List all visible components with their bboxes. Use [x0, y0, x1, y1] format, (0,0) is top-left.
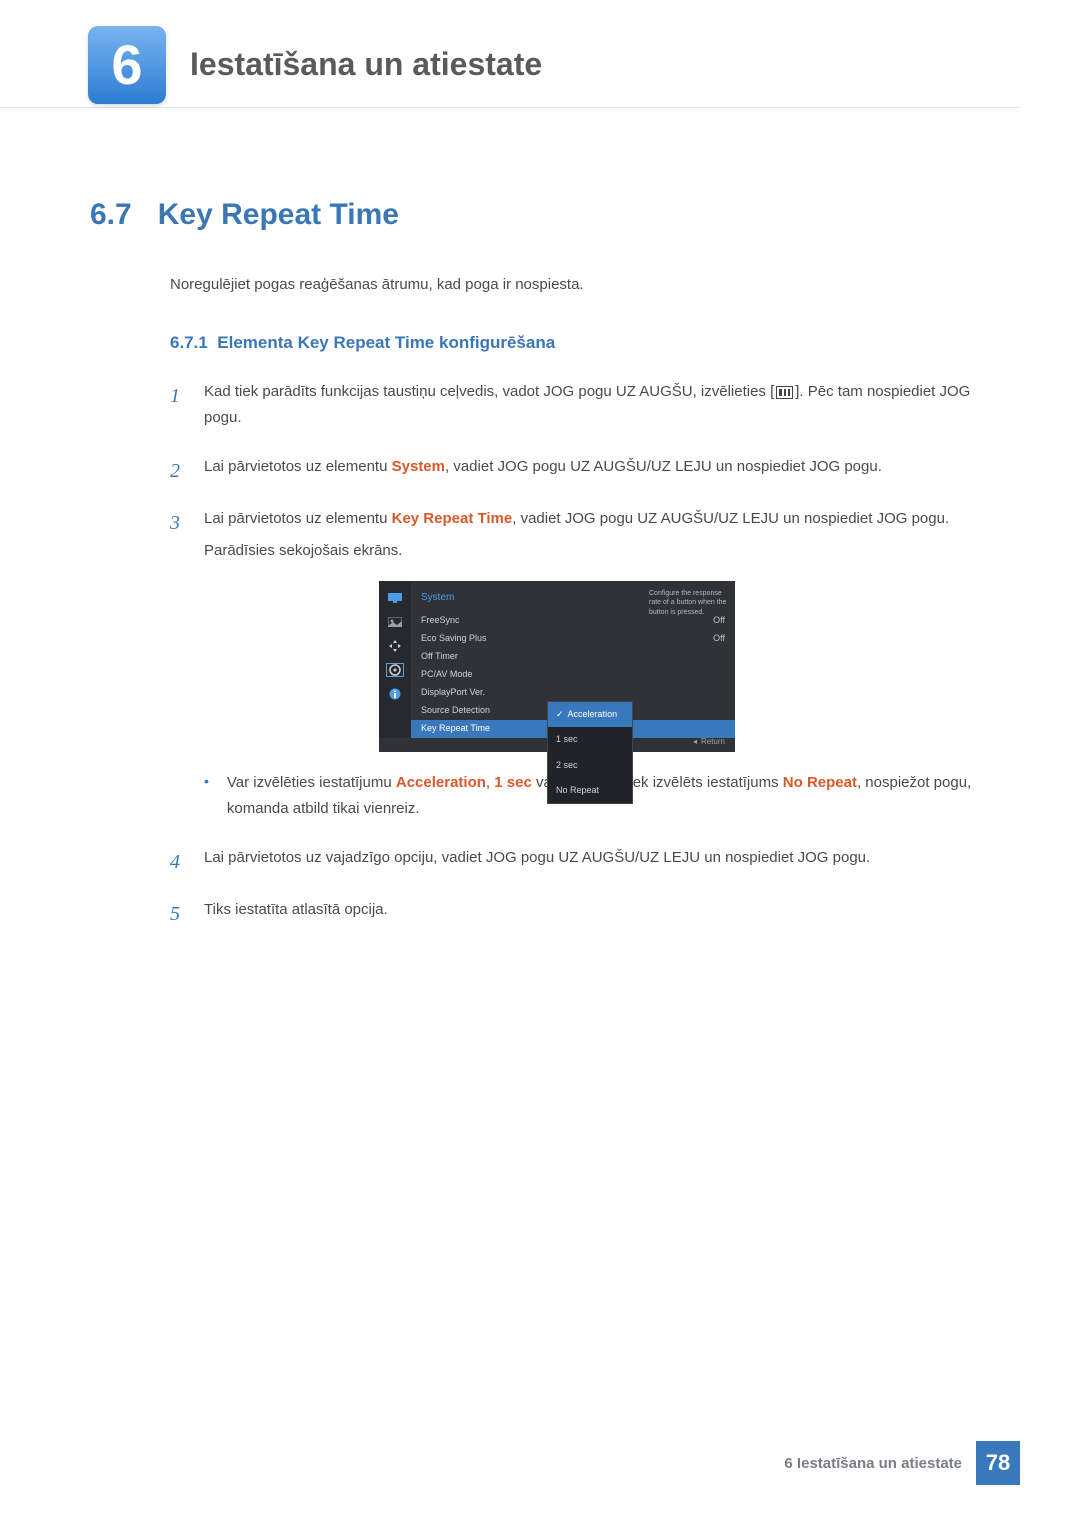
highlight-system: System — [392, 458, 445, 475]
osd-panel: Configure the response rate of a button … — [379, 581, 735, 752]
step-body: Lai pārvietotos uz vajadzīgo opciju, vad… — [204, 845, 990, 879]
step-body: Lai pārvietotos uz elementu Key Repeat T… — [204, 506, 990, 827]
step-5: 5 Tiks iestatīta atlasītā opcija. — [170, 897, 990, 931]
section-title: Key Repeat Time — [158, 198, 399, 232]
step-body: Lai pārvietotos uz elementu System, vadi… — [204, 454, 990, 488]
step-text: Lai pārvietotos uz vajadzīgo opciju, vad… — [204, 845, 990, 871]
page-number: 78 — [976, 1441, 1020, 1485]
dropdown-item-norepeat: No Repeat — [548, 778, 632, 803]
osd-dropdown: ✓Acceleration 1 sec 2 sec No Repeat — [547, 701, 633, 804]
return-arrow-icon: ◂ — [693, 735, 697, 749]
step-number: 4 — [170, 845, 186, 879]
highlight-1sec: 1 sec — [494, 774, 532, 791]
step-3: 3 Lai pārvietotos uz elementu Key Repeat… — [170, 506, 990, 827]
dropdown-item-2sec: 2 sec — [548, 753, 632, 778]
step-text: Tiks iestatīta atlasītā opcija. — [204, 897, 990, 923]
step-text: Lai pārvietotos uz elementu — [204, 510, 392, 527]
footer-chapter-label: 6 Iestatīšana un atiestate — [784, 1455, 962, 1472]
osd-row-offtimer: Off Timer — [411, 648, 735, 666]
chapter-title: Iestatīšana un atiestate — [190, 46, 542, 83]
step-4: 4 Lai pārvietotos uz vajadzīgo opciju, v… — [170, 845, 990, 879]
dropdown-item-acceleration: ✓Acceleration — [548, 702, 632, 727]
section-heading: 6.7 Key Repeat Time — [90, 198, 990, 232]
step-text: Parādīsies sekojošais ekrāns. — [204, 538, 990, 564]
osd-screenshot: Configure the response rate of a button … — [124, 581, 990, 752]
step-body: Kad tiek parādīts funkcijas taustiņu ceļ… — [204, 379, 990, 436]
osd-return-label: Return — [701, 735, 725, 749]
picture-icon — [386, 615, 404, 629]
step-text: Lai pārvietotos uz elementu — [204, 458, 392, 475]
osd-footer: ◂ Return — [693, 735, 725, 749]
step-body: Tiks iestatīta atlasītā opcija. — [204, 897, 990, 931]
step-number: 2 — [170, 454, 186, 488]
highlight-keyrepeat: Key Repeat Time — [392, 510, 513, 527]
highlight-norepeat: No Repeat — [783, 774, 857, 791]
subsection-number: 6.7.1 — [170, 333, 208, 352]
step-2: 2 Lai pārvietotos uz elementu System, va… — [170, 454, 990, 488]
gear-icon — [386, 663, 404, 677]
page-content: 6.7 Key Repeat Time Noregulējiet pogas r… — [0, 108, 1080, 931]
section-number: 6.7 — [90, 198, 132, 232]
step-1: 1 Kad tiek parādīts funkcijas taustiņu c… — [170, 379, 990, 436]
page-header: 6 Iestatīšana un atiestate — [0, 0, 1020, 108]
bullet-icon: • — [204, 770, 209, 827]
step-text: Kad tiek parādīts funkcijas taustiņu ceļ… — [204, 383, 774, 400]
menu-icon — [776, 386, 793, 399]
osd-row-pcav: PC/AV Mode — [411, 666, 735, 684]
osd-row-freesync: FreeSyncOff — [411, 612, 735, 630]
check-icon: ✓ — [556, 707, 564, 722]
info-icon — [386, 687, 404, 701]
dropdown-item-1sec: 1 sec — [548, 727, 632, 752]
osd-sidebar — [379, 581, 411, 738]
subsection-title: Elementa Key Repeat Time konfigurēšana — [217, 333, 555, 352]
subsection-heading: 6.7.1 Elementa Key Repeat Time konfigurē… — [170, 333, 990, 353]
page-footer: 6 Iestatīšana un atiestate 78 — [784, 1441, 1020, 1485]
step-number: 1 — [170, 379, 186, 436]
section-intro: Noregulējiet pogas reaģēšanas ātrumu, ka… — [170, 276, 990, 293]
monitor-icon — [386, 591, 404, 605]
osd-row-dp: DisplayPort Ver. — [411, 684, 735, 702]
step-number: 5 — [170, 897, 186, 931]
step-text: , vadiet JOG pogu UZ AUGŠU/UZ LEJU un no… — [445, 458, 882, 475]
highlight-acceleration: Acceleration — [396, 774, 486, 791]
steps-list: 1 Kad tiek parādīts funkcijas taustiņu c… — [170, 379, 990, 931]
step-text: , vadiet JOG pogu UZ AUGŠU/UZ LEJU un no… — [512, 510, 949, 527]
arrows-icon — [386, 639, 404, 653]
osd-row-ecosaving: Eco Saving PlusOff — [411, 630, 735, 648]
chapter-number-badge: 6 — [88, 26, 166, 104]
